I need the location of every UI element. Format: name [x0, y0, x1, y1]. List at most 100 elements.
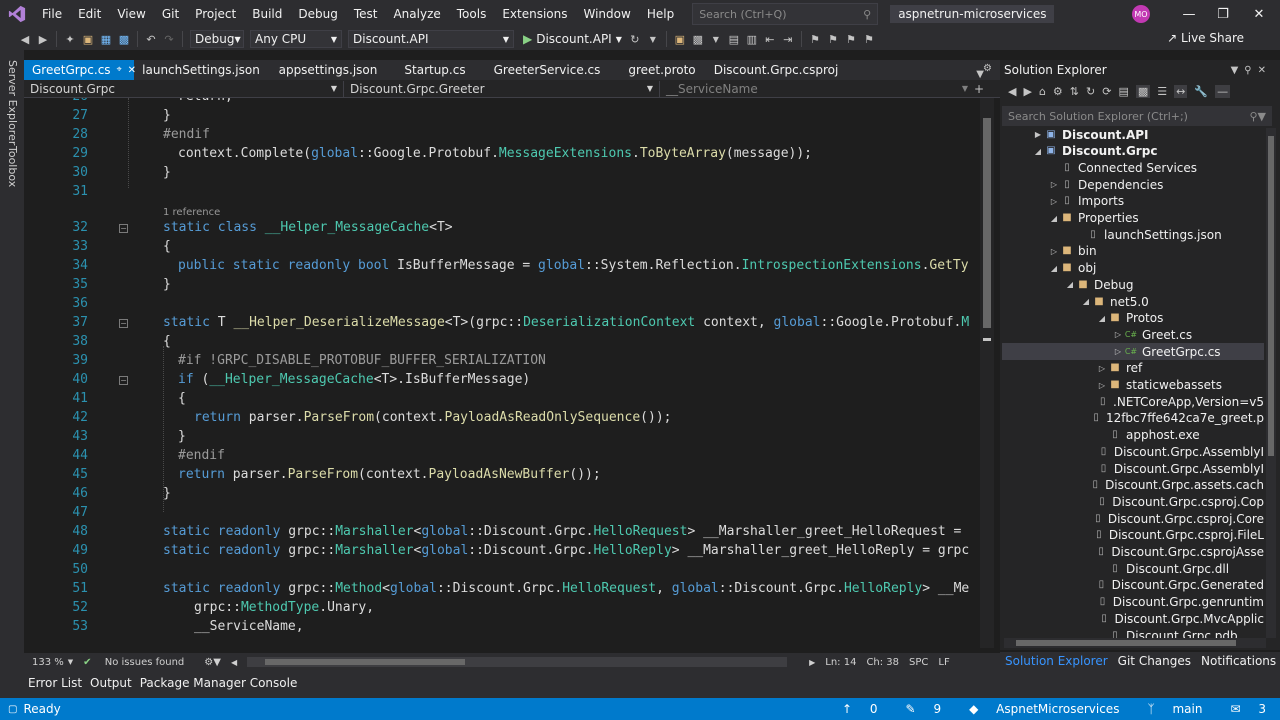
- tree-item[interactable]: ▷ ▯ Imports: [1002, 193, 1264, 210]
- tree-item[interactable]: ▯ Discount.Grpc.Generated: [1002, 577, 1264, 594]
- scroll-thumb[interactable]: [1268, 136, 1274, 456]
- repository-indicator[interactable]: ◆ AspnetMicroservices: [955, 702, 1119, 716]
- expand-arrow-icon[interactable]: ▶: [1032, 130, 1044, 139]
- home-icon[interactable]: ⌂: [1039, 85, 1046, 98]
- tree-item[interactable]: ▯ Discount.Grpc.dll: [1002, 560, 1264, 577]
- tree-item[interactable]: ▯ Discount.Grpc.MvcApplic: [1002, 610, 1264, 627]
- panel-options-icon[interactable]: ▼: [1231, 65, 1245, 76]
- menu-item-file[interactable]: File: [34, 0, 70, 28]
- expand-arrow-icon[interactable]: ◢: [1064, 280, 1076, 289]
- save-icon[interactable]: ▦: [97, 30, 115, 48]
- minus-icon[interactable]: —: [1215, 84, 1231, 98]
- expand-arrow-icon[interactable]: ▷: [1112, 347, 1124, 356]
- tree-item[interactable]: ▯ 12fbc7ffe642ca7e_greet.p: [1002, 410, 1264, 427]
- platform-dropdown[interactable]: Any CPU ▼: [250, 30, 342, 48]
- issues-indicator[interactable]: ✔ No issues found: [83, 657, 194, 668]
- tree-item[interactable]: ▷ C# Greet.cs: [1002, 326, 1264, 343]
- close-window-icon[interactable]: ✕: [1242, 0, 1276, 28]
- tree-item[interactable]: ▯ .NETCoreApp,Version=v5: [1002, 393, 1264, 410]
- code-line[interactable]: 51 static readonly grpc::Method<global::D…: [24, 581, 980, 600]
- open-folder-icon[interactable]: ▣: [79, 30, 97, 48]
- tree-item[interactable]: ▯ apphost.exe: [1002, 427, 1264, 444]
- tab-greetgrpc-cs[interactable]: GreetGrpc.cs ⌖ ✕: [24, 60, 136, 80]
- tree-item[interactable]: ▯ Discount.Grpc.csproj.FileL: [1002, 527, 1264, 544]
- menu-item-edit[interactable]: Edit: [70, 0, 109, 28]
- tab-greet-proto[interactable]: greet.proto: [612, 60, 712, 80]
- expand-arrow-icon[interactable]: ◢: [1048, 264, 1060, 273]
- tree-item[interactable]: ▯ Discount.Grpc.genruntim: [1002, 594, 1264, 611]
- column-indicator[interactable]: Ch: 38: [866, 657, 899, 668]
- code-line[interactable]: 42 return parser.ParseFrom(context.Payloa…: [24, 410, 980, 429]
- changes-indicator[interactable]: ✎ 9: [892, 702, 942, 716]
- expand-arrow-icon[interactable]: ▷: [1048, 247, 1060, 256]
- back-icon[interactable]: ◀: [1008, 85, 1016, 98]
- show-all-files-icon[interactable]: ▩: [1135, 84, 1151, 98]
- dropdown-arrow-icon[interactable]: ▼: [707, 30, 725, 48]
- forward-icon[interactable]: ▶: [1023, 85, 1031, 98]
- solution-explorer-horizontal-scrollbar[interactable]: [1004, 638, 1266, 648]
- bookmark-prev-icon[interactable]: ⚑: [824, 30, 842, 48]
- settings-icon[interactable]: 🔧: [1194, 85, 1208, 98]
- expand-arrow-icon[interactable]: ◢: [1048, 214, 1060, 223]
- code-line[interactable]: 36: [24, 296, 980, 315]
- code-line[interactable]: 29 context.Complete(global::Google.Protob…: [24, 146, 980, 165]
- tree-item[interactable]: ▯ launchSettings.json: [1002, 226, 1264, 243]
- code-line[interactable]: 41 {: [24, 391, 980, 410]
- restore-icon[interactable]: ❐: [1206, 0, 1240, 28]
- tree-item[interactable]: ◢ ■ obj: [1002, 260, 1264, 277]
- tab-discount-grpc-csproj[interactable]: Discount.Grpc.csproj: [712, 60, 840, 80]
- menu-item-git[interactable]: Git: [154, 0, 187, 28]
- tree-item[interactable]: ▯ Discount.Grpc.AssemblyI: [1002, 460, 1264, 477]
- code-line[interactable]: 30}: [24, 165, 980, 184]
- undo-icon[interactable]: ↶: [142, 30, 160, 48]
- type-dropdown[interactable]: Discount.Grpc.Greeter ▼: [344, 80, 660, 97]
- tree-item[interactable]: ◢ ■ Properties: [1002, 210, 1264, 227]
- issues-nav-icon[interactable]: ⚙▼: [204, 657, 221, 668]
- expand-arrow-icon[interactable]: ▷: [1112, 330, 1124, 339]
- editor-vertical-scrollbar[interactable]: [980, 98, 994, 648]
- editor-horizontal-scrollbar[interactable]: [247, 657, 788, 667]
- back-icon[interactable]: ◀: [16, 30, 34, 48]
- tree-item[interactable]: ▯ Discount.Grpc.assets.cach: [1002, 477, 1264, 494]
- menu-item-tools[interactable]: Tools: [449, 0, 495, 28]
- properties-icon[interactable]: ☰: [1157, 85, 1167, 98]
- expand-arrow-icon[interactable]: ◢: [1096, 314, 1108, 323]
- collapse-all-icon[interactable]: ▤: [1118, 85, 1128, 98]
- member-dropdown[interactable]: __ServiceName ▼: [660, 81, 974, 97]
- tab-launchsettings-json[interactable]: launchSettings.json: [134, 60, 268, 80]
- code-line[interactable]: 33 {: [24, 239, 980, 258]
- preview-selected-icon[interactable]: ↔: [1174, 84, 1188, 98]
- live-share-button[interactable]: ↗ Live Share: [1167, 31, 1244, 45]
- forward-icon[interactable]: ▶: [34, 30, 52, 48]
- tree-item[interactable]: ▶ ▣ Discount.API: [1002, 126, 1264, 143]
- indent-icon[interactable]: ⇤: [761, 30, 779, 48]
- code-line[interactable]: 53 __ServiceName,: [24, 619, 980, 638]
- menu-item-build[interactable]: Build: [244, 0, 290, 28]
- panel-tab-solution-explorer[interactable]: Solution Explorer: [1000, 654, 1113, 668]
- expand-arrow-icon[interactable]: ▷: [1096, 364, 1108, 373]
- bookmark-clear-icon[interactable]: ⚑: [860, 30, 878, 48]
- search-input[interactable]: Search (Ctrl+Q) ⚲: [692, 3, 879, 25]
- line-ending-indicator[interactable]: LF: [938, 657, 949, 668]
- bookmark-icon[interactable]: ⚑: [806, 30, 824, 48]
- solution-explorer-vertical-scrollbar[interactable]: [1266, 128, 1276, 638]
- menu-item-debug[interactable]: Debug: [290, 0, 345, 28]
- menu-item-window[interactable]: Window: [576, 0, 639, 28]
- dropdown-arrow-icon[interactable]: ▼: [644, 30, 662, 48]
- scroll-left-icon[interactable]: ◀: [231, 658, 237, 667]
- code-line[interactable]: 49 static readonly grpc::Marshaller<globa…: [24, 543, 980, 562]
- menu-item-help[interactable]: Help: [639, 0, 682, 28]
- tool-tab-output[interactable]: Output: [86, 676, 136, 690]
- toolbox-tab[interactable]: Toolbox: [6, 146, 19, 187]
- avatar[interactable]: MO: [1132, 5, 1150, 23]
- pending-changes-icon[interactable]: ⇅: [1070, 85, 1079, 98]
- tree-item[interactable]: ▯ Connected Services: [1002, 159, 1264, 176]
- code-line[interactable]: 32 − static class __Helper_MessageCache<T>: [24, 220, 980, 239]
- tab-appsettings-json[interactable]: appsettings.json: [268, 60, 388, 80]
- expand-arrow-icon[interactable]: ▷: [1048, 197, 1060, 206]
- code-line[interactable]: 52 grpc::MethodType.Unary,: [24, 600, 980, 619]
- code-line[interactable]: 38 {: [24, 334, 980, 353]
- collapse-region-icon[interactable]: −: [119, 224, 128, 233]
- code-line[interactable]: 50: [24, 562, 980, 581]
- scroll-thumb[interactable]: [1016, 640, 1236, 646]
